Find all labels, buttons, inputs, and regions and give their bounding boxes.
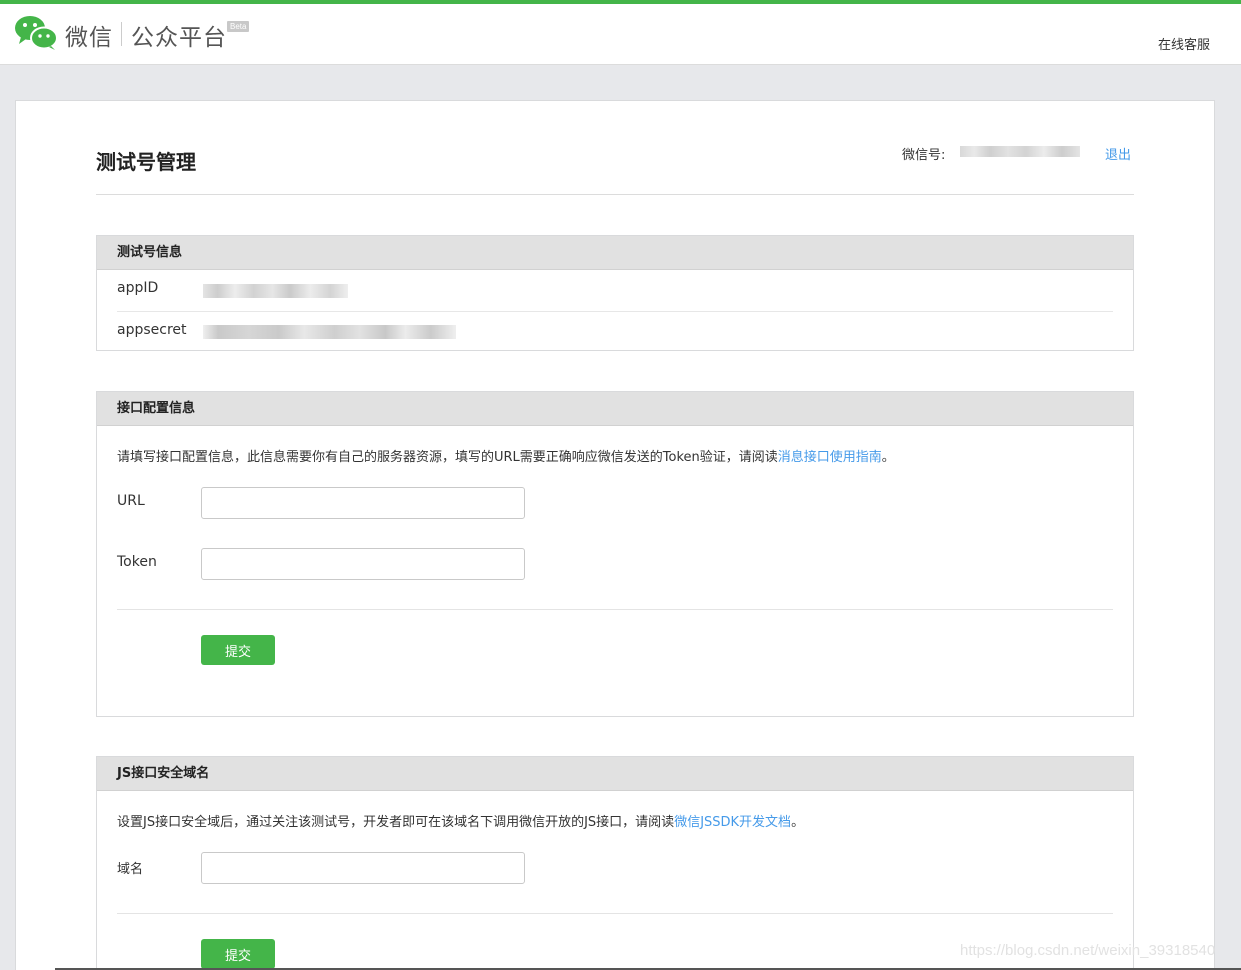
url-label: URL	[117, 493, 145, 509]
js-domain-desc-text: 设置JS接口安全域后，通过关注该测试号，开发者即可在该域名下调用微信开放的JS接…	[117, 815, 675, 830]
js-domain-panel: JS接口安全域名 设置JS接口安全域后，通过关注该测试号，开发者即可在该域名下调…	[96, 756, 1134, 970]
domain-label: 域名	[117, 862, 144, 877]
appid-row: appID	[117, 270, 1113, 311]
url-input[interactable]	[201, 487, 525, 519]
interface-config-divider	[117, 609, 1113, 610]
js-domain-heading: JS接口安全域名	[97, 757, 1133, 791]
js-domain-desc-end: 。	[791, 815, 805, 830]
interface-config-desc-text: 请填写接口配置信息，此信息需要你有自己的服务器资源，填写的URL需要正确响应微信…	[117, 450, 778, 465]
beta-badge: Beta	[227, 21, 250, 32]
test-account-panel: 测试号信息 appID appsecret	[96, 235, 1134, 351]
logout-link[interactable]: 退出	[1105, 144, 1131, 163]
page-title: 测试号管理	[96, 150, 196, 174]
domain-input[interactable]	[201, 852, 525, 884]
js-domain-submit-button[interactable]: 提交	[201, 939, 275, 969]
interface-config-heading: 接口配置信息	[97, 392, 1133, 426]
token-label: Token	[117, 554, 157, 570]
wechat-id-value-masked	[960, 146, 1080, 157]
top-header: 微信 公众平台 Beta 在线客服	[0, 4, 1241, 65]
jssdk-doc-link[interactable]: 微信JSSDK开发文档	[674, 815, 791, 830]
interface-config-description: 请填写接口配置信息，此信息需要你有自己的服务器资源，填写的URL需要正确响应微信…	[117, 446, 895, 465]
appid-value-masked	[203, 284, 348, 298]
interface-config-body: 请填写接口配置信息，此信息需要你有自己的服务器资源，填写的URL需要正确响应微信…	[97, 426, 1133, 716]
token-input[interactable]	[201, 548, 525, 580]
appsecret-label: appsecret	[117, 322, 187, 338]
interface-config-panel: 接口配置信息 请填写接口配置信息，此信息需要你有自己的服务器资源，填写的URL需…	[96, 391, 1134, 717]
message-guide-link[interactable]: 消息接口使用指南	[778, 450, 882, 465]
title-divider	[96, 194, 1134, 195]
online-service-link[interactable]: 在线客服	[1158, 34, 1210, 53]
wechat-logo-icon[interactable]	[14, 14, 58, 50]
test-account-heading: 测试号信息	[97, 236, 1133, 270]
brand-wechat: 微信	[65, 25, 113, 51]
appsecret-value-masked	[203, 325, 456, 339]
js-domain-divider	[117, 913, 1113, 914]
brand-separator	[121, 22, 122, 46]
appsecret-row: appsecret	[117, 311, 1113, 352]
wechat-id-label: 微信号:	[902, 148, 946, 163]
interface-config-desc-end: 。	[881, 450, 895, 465]
brand-platform: 公众平台	[131, 25, 227, 51]
interface-config-submit-button[interactable]: 提交	[201, 635, 275, 665]
appid-label: appID	[117, 280, 159, 296]
js-domain-description: 设置JS接口安全域后，通过关注该测试号，开发者即可在该域名下调用微信开放的JS接…	[117, 811, 804, 830]
main-card: 测试号管理 微信号: 退出 测试号信息 appID appsecret 接口配置…	[15, 100, 1215, 970]
watermark-text: https://blog.csdn.net/weixin_39318540	[960, 942, 1216, 959]
